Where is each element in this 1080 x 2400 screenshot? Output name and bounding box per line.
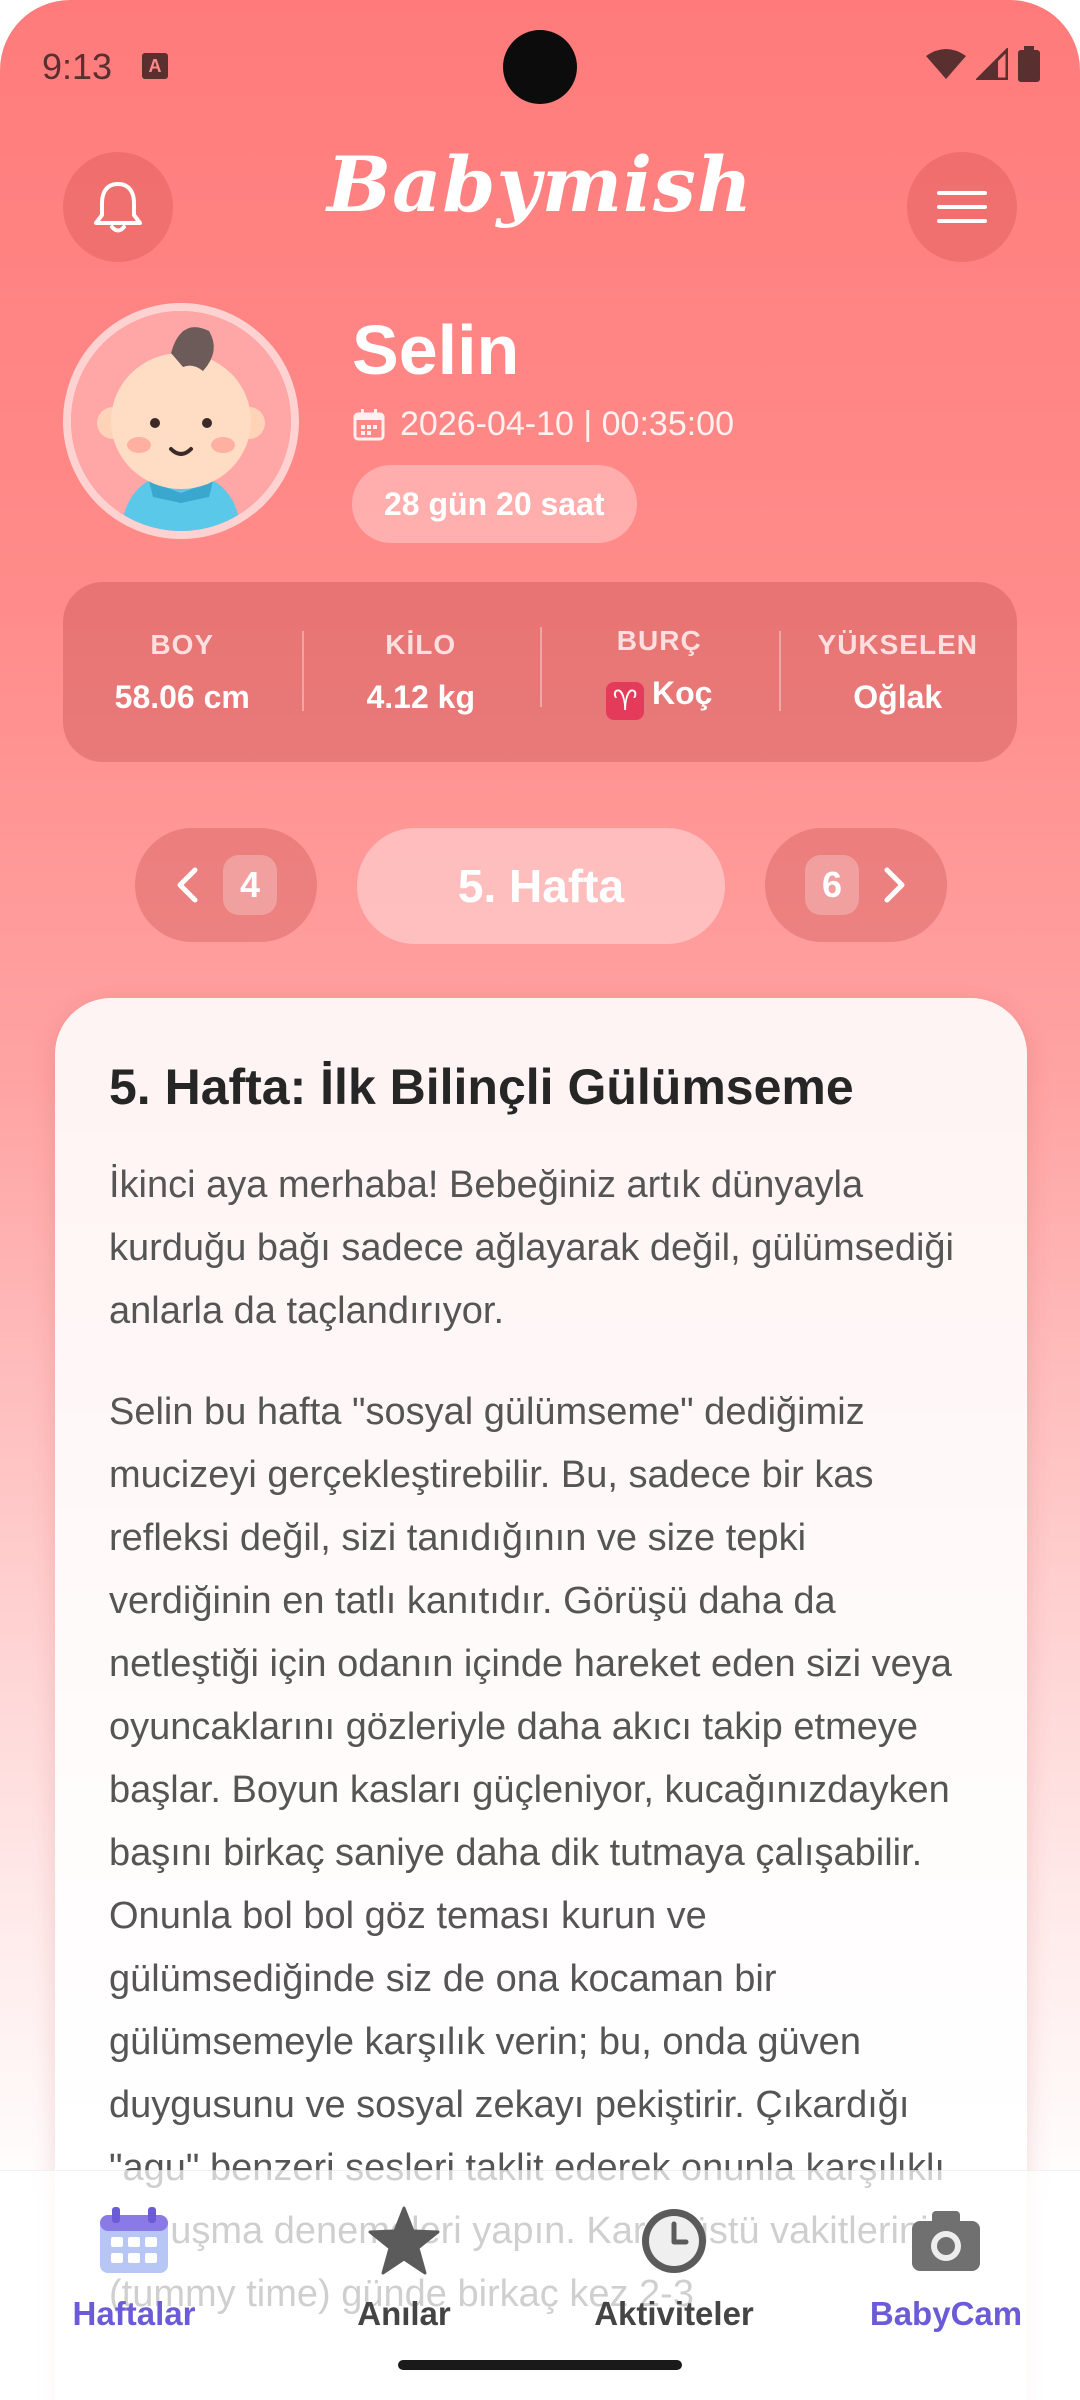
stat-label: BURÇ [616,624,702,656]
aries-icon: ♈ [606,681,645,720]
app-screen: 9:13 A Babymish Selin 2026-04-10 | 00:35… [0,0,1080,2400]
nav-tab-babycam[interactable]: BabyCam [836,2201,1056,2333]
home-indicator[interactable] [398,2360,682,2370]
front-camera [503,30,577,104]
stats-card: BOY 58.06 cm KİLO 4.12 kg BURÇ ♈ Koç YÜKS… [63,582,1017,762]
stat-label: YÜKSELEN [817,628,978,660]
stat-height: BOY 58.06 cm [63,629,302,716]
article-paragraph: Selin bu hafta "sosyal gülümseme" dediği… [109,1391,952,1874]
previous-week-number: 4 [223,855,277,915]
stat-value: 58.06 cm [114,678,250,715]
chevron-right-icon [884,867,905,903]
nav-tab-activities[interactable]: Aktiviteler [564,2201,784,2333]
nav-tab-memories[interactable]: Anılar [294,2201,514,2333]
baby-avatar[interactable] [63,303,299,539]
birth-datetime: 2026-04-10 | 00:35:00 [352,405,734,444]
stat-label: KİLO [385,628,457,660]
star-icon [294,2201,514,2281]
calendar-icon [24,2201,244,2281]
chevron-left-icon [177,867,198,903]
next-week-number: 6 [805,855,859,915]
stat-ascendant: YÜKSELEN Oğlak [778,628,1018,716]
stat-value: Koç [652,674,713,711]
nav-label: Aktiviteler [594,2295,754,2332]
stat-value: Oğlak [853,678,943,715]
battery-icon [1018,46,1040,82]
menu-button[interactable] [907,152,1017,262]
current-week-label: 5. Hafta [357,828,725,944]
stat-weight: KİLO 4.12 kg [301,628,541,716]
baby-face-icon [71,311,291,531]
status-icons [926,46,1040,82]
hamburger-menu-icon [937,191,987,223]
nav-tab-weeks[interactable]: Haftalar [24,2201,244,2333]
wifi-icon [926,49,966,79]
calendar-icon [353,408,385,440]
stat-zodiac: BURÇ ♈ Koç [540,625,779,720]
stat-label: BOY [150,628,215,660]
clock-icon [564,2201,784,2281]
birth-datetime-text: 2026-04-10 | 00:35:00 [400,405,734,443]
previous-week-button[interactable]: 4 [135,828,317,942]
article-title: 5. Hafta: İlk Bilinçli Gülümseme [109,1059,854,1115]
notification-icon: A [142,53,168,79]
stat-value-row: ♈ Koç [540,675,779,720]
nav-label: BabyCam [869,2295,1023,2332]
baby-name: Selin [352,311,520,389]
camera-icon [836,2201,1056,2281]
nav-label: Anılar [357,2295,451,2332]
stat-value: 4.12 kg [366,678,475,715]
status-time: 9:13 [42,46,113,87]
age-badge: 28 gün 20 saat [352,465,637,543]
status-bar: 9:13 A [0,0,1080,130]
article-paragraph: İkinci aya merhaba! Bebeğiniz artık düny… [109,1164,954,1332]
nav-label: Haftalar [72,2295,196,2332]
next-week-button[interactable]: 6 [765,828,947,942]
signal-icon [976,48,1008,80]
